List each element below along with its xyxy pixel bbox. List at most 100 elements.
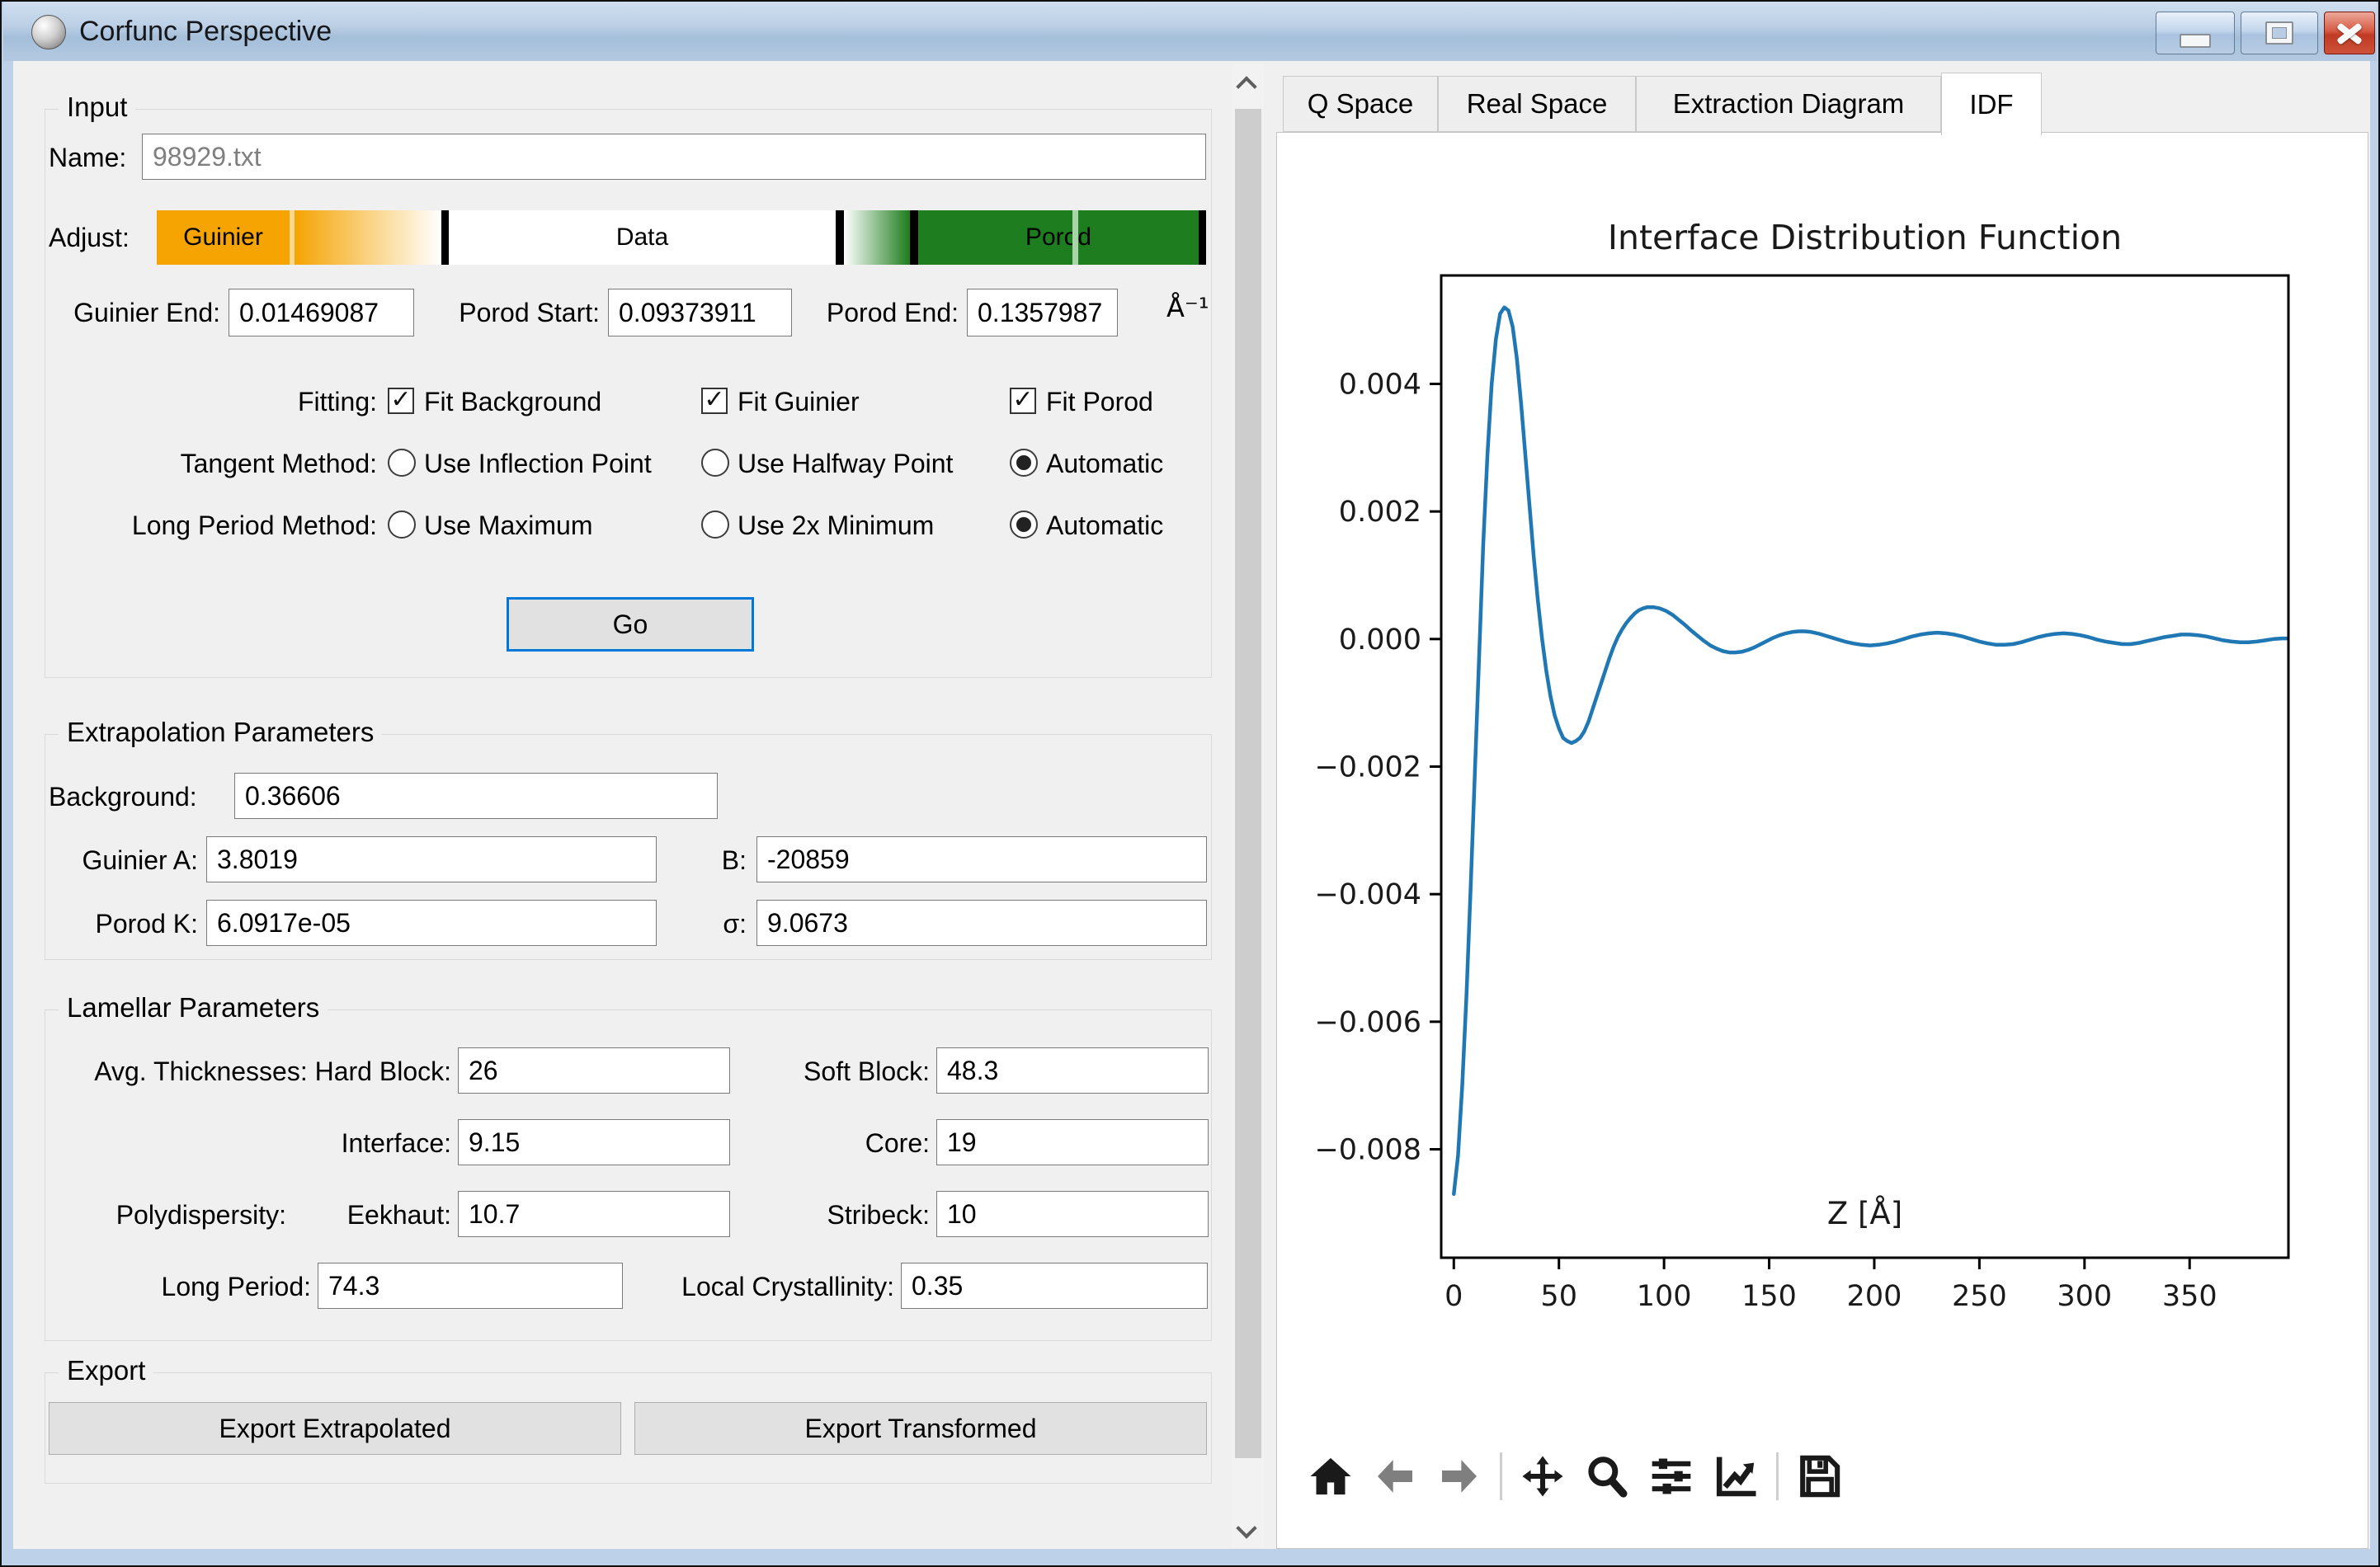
slider-porod-gradient xyxy=(844,210,910,265)
porod-k-label: Porod K: xyxy=(51,900,198,948)
sliders-icon[interactable] xyxy=(1647,1452,1695,1500)
svg-text:350: 350 xyxy=(2162,1280,2217,1313)
slider-divider-4[interactable] xyxy=(1199,210,1206,265)
svg-text:−0.008: −0.008 xyxy=(1314,1134,1421,1167)
longperiod-maximum-radio[interactable] xyxy=(388,511,416,539)
interface-input[interactable]: 9.15 xyxy=(458,1119,730,1165)
slider-data-label: Data xyxy=(449,210,836,265)
eekhaut-input[interactable]: 10.7 xyxy=(458,1191,730,1237)
name-input[interactable]: 98929.txt xyxy=(142,134,1206,180)
name-label: Name: xyxy=(49,134,126,181)
slider-divider-2[interactable] xyxy=(836,210,844,265)
title-bar[interactable]: Corfunc Perspective xyxy=(3,2,2377,61)
longperiod-2xmin-radio[interactable] xyxy=(701,511,729,539)
slider-porod-label: Porod xyxy=(918,210,1199,265)
toolbar-separator xyxy=(1500,1452,1502,1500)
longperiod-maximum-label: Use Maximum xyxy=(424,509,592,542)
core-input[interactable]: 19 xyxy=(936,1119,1209,1165)
fit-background-checkbox[interactable]: ✓ xyxy=(388,388,414,414)
idf-chart[interactable]: 0501001502002503003500.0040.0020.000−0.0… xyxy=(1441,275,2288,1258)
fit-background-label: Fit Background xyxy=(424,385,601,418)
export-extrapolated-button[interactable]: Export Extrapolated xyxy=(49,1402,621,1455)
tab-q-space[interactable]: Q Space xyxy=(1283,76,1438,132)
hard-block-input[interactable]: 26 xyxy=(458,1047,730,1094)
go-button[interactable]: Go xyxy=(507,597,754,652)
porod-start-input[interactable]: 0.09373911 xyxy=(608,289,792,336)
stribeck-input[interactable]: 10 xyxy=(936,1191,1209,1237)
pan-icon[interactable] xyxy=(1519,1452,1567,1500)
svg-text:0.002: 0.002 xyxy=(1339,496,1421,529)
background-input[interactable]: 0.36606 xyxy=(234,773,718,819)
export-transformed-button[interactable]: Export Transformed xyxy=(634,1402,1207,1455)
fit-guinier-checkbox[interactable]: ✓ xyxy=(701,388,728,414)
lamellar-legend: Lamellar Parameters xyxy=(59,992,328,1023)
fit-guinier-label: Fit Guinier xyxy=(738,385,860,418)
tab-idf[interactable]: IDF xyxy=(1941,73,2042,135)
tangent-halfway-radio[interactable] xyxy=(701,449,729,477)
porod-k-input[interactable]: 6.0917e-05 xyxy=(206,900,657,946)
close-icon xyxy=(2335,21,2364,45)
svg-text:−0.002: −0.002 xyxy=(1314,751,1421,784)
fitting-label: Fitting: xyxy=(212,385,377,418)
longperiod-2xmin-label: Use 2x Minimum xyxy=(738,509,934,542)
svg-text:0.000: 0.000 xyxy=(1339,624,1421,656)
local-crystallinity-label: Local Crystallinity: xyxy=(641,1263,894,1311)
longperiod-automatic-radio[interactable] xyxy=(1010,511,1038,539)
b-input[interactable]: -20859 xyxy=(756,836,1207,882)
tangent-halfway-label: Use Halfway Point xyxy=(738,447,953,480)
maximize-button[interactable] xyxy=(2241,12,2318,54)
zoom-icon[interactable] xyxy=(1583,1452,1631,1500)
polydispersity-label: Polydispersity: xyxy=(84,1191,286,1239)
tangent-method-label: Tangent Method: xyxy=(117,447,377,480)
corfunc-window: Corfunc Perspective Input Name: 98929.tx… xyxy=(0,0,2380,1567)
close-button[interactable] xyxy=(2324,12,2375,54)
maximize-icon xyxy=(2265,21,2293,45)
minimize-icon xyxy=(2180,34,2211,48)
home-icon[interactable] xyxy=(1307,1452,1355,1500)
plot-toolbar xyxy=(1307,1450,1843,1503)
long-period-method-label: Long Period Method: xyxy=(49,509,377,542)
forward-icon[interactable] xyxy=(1435,1452,1483,1500)
tab-real-space[interactable]: Real Space xyxy=(1438,76,1636,132)
adjust-label: Adjust: xyxy=(49,210,130,265)
extrapolation-legend: Extrapolation Parameters xyxy=(59,717,382,748)
soft-block-label: Soft Block: xyxy=(773,1047,930,1095)
background-label: Background: xyxy=(49,773,197,821)
fit-porod-checkbox[interactable]: ✓ xyxy=(1010,388,1036,414)
svg-text:200: 200 xyxy=(1847,1280,1902,1313)
svg-text:150: 150 xyxy=(1741,1280,1797,1313)
app-icon xyxy=(31,15,66,49)
save-icon[interactable] xyxy=(1795,1452,1843,1500)
guinier-end-input[interactable]: 0.01469087 xyxy=(229,289,414,336)
porod-start-label: Porod Start: xyxy=(439,289,600,336)
minimize-button[interactable] xyxy=(2156,12,2235,54)
stribeck-label: Stribeck: xyxy=(806,1191,930,1239)
sigma-input[interactable]: 9.0673 xyxy=(756,900,1207,946)
tangent-automatic-radio[interactable] xyxy=(1010,449,1038,477)
scroll-down-icon[interactable] xyxy=(1239,1518,1256,1534)
slider-divider-3[interactable] xyxy=(910,210,918,265)
tab-extraction-diagram[interactable]: Extraction Diagram xyxy=(1636,76,1941,132)
soft-block-input[interactable]: 48.3 xyxy=(936,1047,1209,1094)
eekhaut-label: Eekhaut: xyxy=(332,1191,451,1239)
slider-divider-1[interactable] xyxy=(441,210,449,265)
scrollbar-thumb[interactable] xyxy=(1235,109,1261,1458)
guinier-a-input[interactable]: 3.8019 xyxy=(206,836,657,882)
porod-end-input[interactable]: 0.1357987 xyxy=(967,289,1118,336)
interface-label: Interface: xyxy=(319,1119,451,1167)
local-crystallinity-input[interactable]: 0.35 xyxy=(901,1263,1208,1309)
long-period-input[interactable]: 74.3 xyxy=(318,1263,623,1309)
svg-text:250: 250 xyxy=(1952,1280,2007,1313)
adjust-range-slider[interactable]: Guinier Data Porod xyxy=(157,210,1206,265)
scroll-up-icon[interactable] xyxy=(1239,76,1256,92)
tangent-inflection-radio[interactable] xyxy=(388,449,416,477)
porod-end-label: Porod End: xyxy=(814,289,959,336)
slider-porod-handle[interactable] xyxy=(1072,210,1078,265)
longperiod-automatic-label: Automatic xyxy=(1046,509,1163,542)
left-panel-scrollbar[interactable] xyxy=(1232,64,1264,1547)
guinier-end-label: Guinier End: xyxy=(49,289,220,336)
check-icon: ✓ xyxy=(1012,388,1033,412)
axes-adjust-icon[interactable] xyxy=(1712,1452,1760,1500)
back-icon[interactable] xyxy=(1371,1452,1419,1500)
svg-text:0.004: 0.004 xyxy=(1339,368,1421,401)
